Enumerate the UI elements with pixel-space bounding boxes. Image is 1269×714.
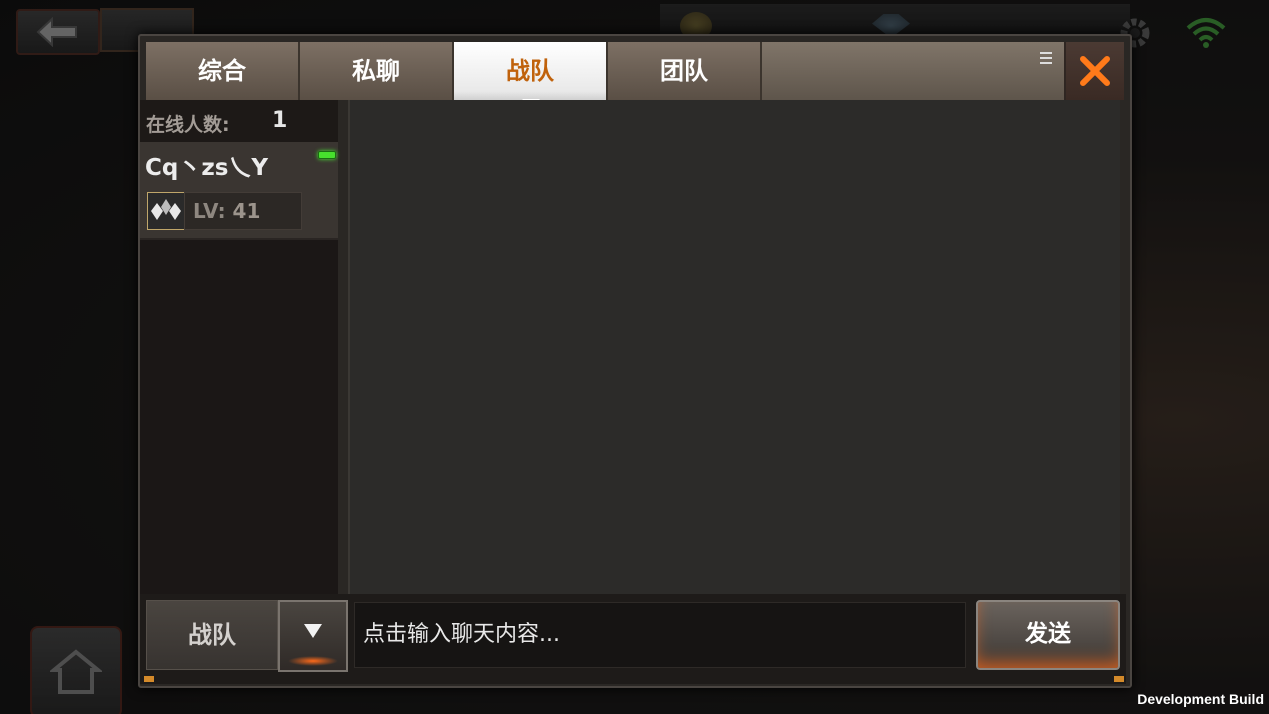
back-arrow-icon: [36, 17, 77, 47]
close-button[interactable]: [1064, 42, 1124, 100]
level-label: LV:: [193, 199, 226, 223]
member-item[interactable]: Cq丶zs乀Y LV: 41: [140, 142, 338, 240]
online-count-row: 在线人数: 1: [140, 100, 338, 143]
tab-bar: 综合 私聊 战队 团队: [146, 42, 1124, 108]
tab-squad[interactable]: 战队: [454, 42, 608, 108]
wifi-icon: [1186, 18, 1226, 48]
online-count-label: 在线人数:: [146, 114, 230, 136]
build-label: Development Build: [1137, 691, 1264, 707]
menu-lines-icon: [1040, 52, 1052, 64]
tab-general[interactable]: 综合: [146, 42, 300, 100]
chat-dialog: 综合 私聊 战队 团队 在线人数: 1 Cq丶zs乀Y LV: 41 战队 点击…: [138, 34, 1132, 688]
chat-input[interactable]: 点击输入聊天内容...: [354, 602, 966, 668]
input-bar: 战队 点击输入聊天内容... 发送: [140, 594, 1126, 684]
chat-messages-area[interactable]: [348, 100, 1120, 594]
member-list: 在线人数: 1 Cq丶zs乀Y LV: 41: [140, 100, 338, 594]
chevron-down-icon: [304, 624, 322, 638]
online-status-indicator: [318, 151, 336, 159]
channel-selector[interactable]: 战队: [146, 600, 278, 670]
rank-badge-icon: [147, 192, 185, 230]
home-button[interactable]: [30, 626, 122, 714]
channel-dropdown-button[interactable]: [278, 600, 348, 672]
member-level: LV: 41: [184, 192, 302, 230]
back-button[interactable]: [16, 9, 100, 55]
screen: 综合 私聊 战队 团队 在线人数: 1 Cq丶zs乀Y LV: 41 战队 点击…: [0, 0, 1269, 714]
online-count-value: 1: [272, 108, 288, 133]
home-icon: [50, 649, 102, 694]
tab-team[interactable]: 团队: [608, 42, 762, 100]
level-value: 41: [232, 199, 261, 223]
send-button[interactable]: 发送: [976, 600, 1120, 670]
member-name: Cq丶zs乀Y: [145, 155, 269, 181]
close-icon: [1080, 56, 1110, 86]
tab-private[interactable]: 私聊: [300, 42, 454, 100]
